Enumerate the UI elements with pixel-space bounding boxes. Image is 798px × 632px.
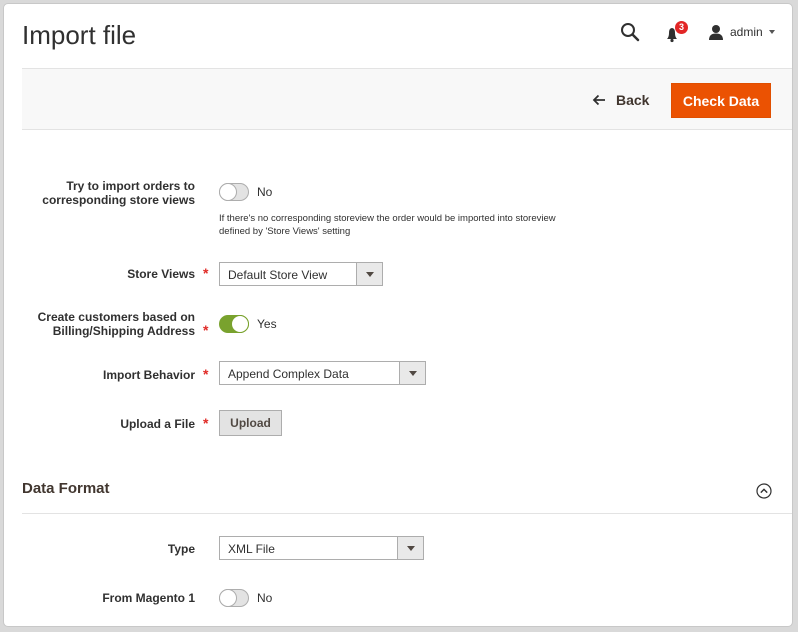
try-import-orders-note: If there's no corresponding storeview th… [219,213,556,237]
try-import-orders-toggle[interactable] [219,183,249,201]
import-behavior-label: Import Behavior [102,368,195,382]
from-magento1-label: From Magento 1 [102,591,195,605]
required-marker: * [203,415,209,431]
from-magento1-value: No [257,591,273,605]
chevron-down-icon [399,362,425,384]
try-import-orders-label: Try to import orders to corresponding st… [42,179,195,207]
admin-username: admin [730,25,763,39]
type-select[interactable]: XML File [219,536,424,560]
required-marker: * [203,265,209,281]
type-value: XML File [228,542,275,556]
chevron-down-icon [356,263,382,285]
required-marker: * [203,322,209,338]
back-button[interactable]: Back [592,89,649,111]
chevron-down-icon [768,30,775,34]
import-behavior-value: Append Complex Data [228,367,349,381]
notification-count-badge: 3 [675,21,688,34]
required-marker: * [203,366,209,382]
create-customers-toggle[interactable] [219,315,249,333]
admin-account-menu[interactable]: admin [708,22,775,42]
upload-button[interactable]: Upload [219,410,282,436]
store-views-label: Store Views [127,267,195,281]
from-magento1-toggle[interactable] [219,589,249,607]
back-label: Back [616,92,650,108]
upload-file-label: Upload a File [120,417,195,431]
store-views-select[interactable]: Default Store View [219,262,383,286]
import-behavior-select[interactable]: Append Complex Data [219,361,426,385]
check-data-button[interactable]: Check Data [671,83,771,118]
create-customers-label: Create customers based on Billing/Shippi… [37,310,195,338]
create-customers-value: Yes [257,317,277,331]
data-format-section-title: Data Format [22,480,110,497]
arrow-left-icon [592,94,605,106]
chevron-up-circle-icon[interactable] [756,483,772,499]
import-file-page: Import file 3 admin Back Check Data Try … [3,3,793,627]
store-views-value: Default Store View [228,268,328,282]
search-icon[interactable] [620,22,640,42]
notifications-button[interactable]: 3 [664,21,688,45]
chevron-down-icon [397,537,423,559]
page-title: Import file [22,20,137,50]
type-label: Type [167,542,195,556]
page-actions-bar: Back Check Data [22,68,792,130]
try-import-orders-value: No [257,185,273,199]
section-divider [22,513,792,514]
user-icon [709,25,723,40]
